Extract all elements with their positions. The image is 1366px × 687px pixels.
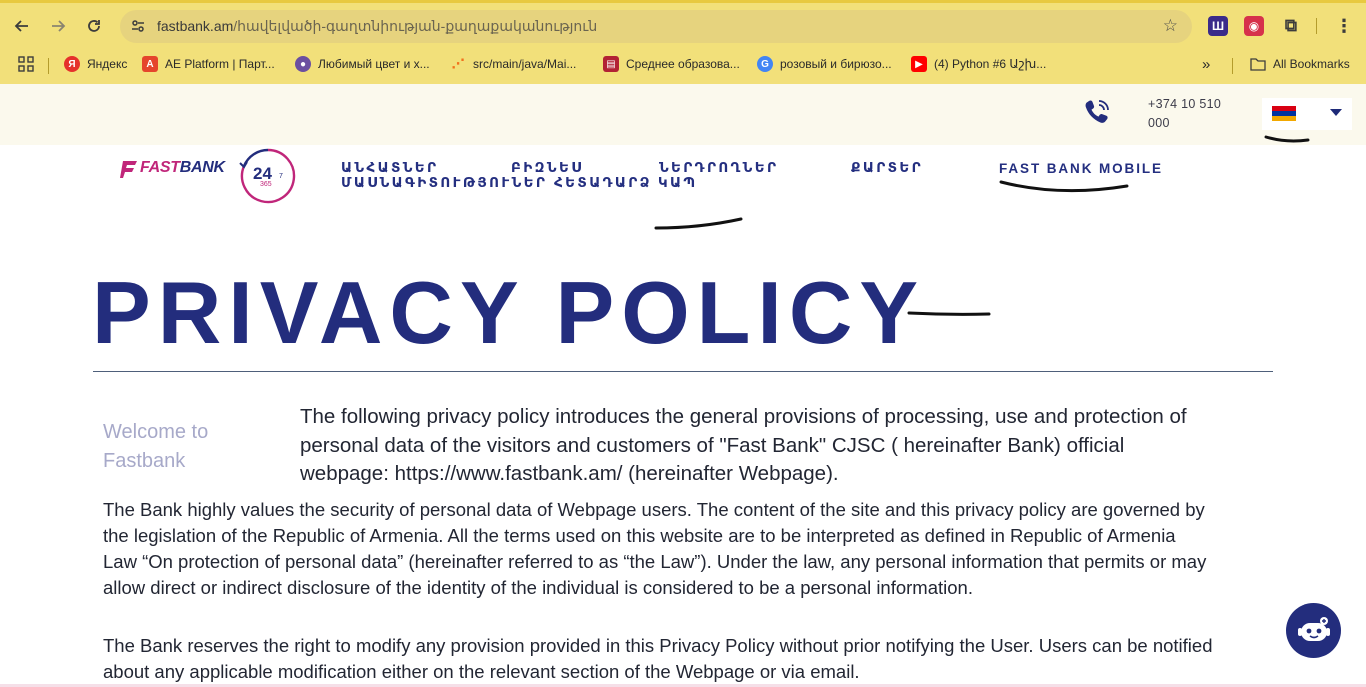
google-icon: G — [757, 56, 773, 72]
ink-stroke-feedback — [654, 217, 743, 230]
profile-icon: ● — [295, 56, 311, 72]
logo-text-suffix: BANK — [179, 159, 225, 176]
bookmark-divider — [1232, 58, 1233, 74]
flag-icon: ▤ — [603, 56, 619, 72]
address-bar[interactable]: fastbank.am/հավելվածի-գաղտնիության-քաղաք… — [120, 10, 1192, 43]
bookmark-label: Яндекс — [87, 57, 128, 71]
badge-7-text: 7 — [279, 173, 283, 180]
bookmark-item[interactable]: ▶ (4) Python #6 Աշխ... — [911, 55, 1046, 73]
phone-icon[interactable] — [1082, 97, 1112, 127]
url-path: /հավելվածի-գաղտնիության-քաղաքականություն — [233, 18, 598, 34]
menu-micro[interactable]: ՄԱՍՆԱԳԻՏՈՒԹՅՈՒՆԵՐ — [341, 175, 547, 190]
all-bookmarks-button[interactable]: All Bookmarks — [1250, 55, 1350, 73]
yandex-icon: Я — [64, 56, 80, 72]
reload-icon[interactable] — [80, 12, 108, 40]
aliexpress-icon: A — [142, 56, 158, 72]
url-text: fastbank.am/հավելվածի-գաղտնիության-քաղաք… — [157, 18, 597, 35]
language-selector[interactable] — [1262, 98, 1352, 130]
bookmark-item[interactable]: ● Любимый цвет и х... — [295, 55, 430, 73]
title-divider — [93, 371, 1273, 372]
menu-individuals[interactable]: ԱՆՀԱՏՆԵՐ — [341, 160, 438, 175]
bookmark-label: (4) Python #6 Աշխ... — [934, 57, 1047, 71]
back-icon[interactable] — [8, 12, 36, 40]
extension-icon-2[interactable]: ◉ — [1244, 16, 1264, 36]
bookmark-item[interactable]: ▤ Среднее образова... — [603, 55, 740, 73]
logo-text-prefix: FAST — [140, 159, 180, 176]
chat-bot-button[interactable] — [1286, 603, 1341, 658]
fastbank-logo[interactable]: FASTBANK — [120, 156, 225, 180]
bookmark-item[interactable]: Я Яндекс — [64, 55, 127, 73]
fastbank-mark-icon — [120, 161, 137, 178]
ink-stroke-mobile — [999, 180, 1129, 193]
bookmark-label: src/main/java/Mai... — [473, 57, 577, 71]
chevron-down-icon — [1330, 109, 1342, 116]
bookmark-item[interactable]: ⋰ src/main/java/Mai... — [450, 55, 577, 73]
folder-icon — [1250, 56, 1266, 72]
toolbar-divider — [1316, 18, 1317, 34]
menu-fastbank-mobile[interactable]: FAST BANK MOBILE — [999, 161, 1163, 176]
menu-business[interactable]: ԲԻԶՆԵՍ — [511, 160, 584, 175]
bookmark-label: AE Platform | Парт... — [165, 57, 275, 71]
forward-icon[interactable] — [44, 12, 72, 40]
menu-cards[interactable]: ՔԱՐՏԵՐ — [851, 160, 923, 175]
logo-text: FASTBANK — [140, 159, 225, 177]
bookmark-item[interactable]: Gрозовый и бирюзо... — [757, 55, 892, 73]
youtube-icon: ▶ — [911, 56, 927, 72]
page-title: PRIVACY POLICY — [92, 263, 926, 362]
apps-grid-icon[interactable] — [18, 55, 34, 73]
extensions-puzzle-icon[interactable]: ⧉ — [1281, 16, 1301, 36]
more-bookmarks-chevron-icon[interactable]: » — [1202, 55, 1210, 73]
phone-number[interactable]: +374 10 510 000 — [1148, 95, 1238, 133]
armenia-flag-icon — [1272, 106, 1296, 121]
bookmark-star-icon[interactable]: ☆ — [1163, 16, 1178, 36]
policy-paragraph-2: The Bank reserves the right to modify an… — [103, 635, 1213, 682]
browser-tab-strip-edge — [0, 0, 1366, 3]
welcome-heading: Welcome to Fastbank — [103, 421, 209, 472]
bookmark-divider — [48, 58, 49, 74]
bookmark-item[interactable]: A AE Platform | Парт... — [142, 55, 275, 73]
intro-paragraph: The following privacy policy introduces … — [300, 405, 1187, 485]
menu-investors[interactable]: ՆԵՐԴՐՈՂՆԵՐ — [659, 160, 778, 175]
url-host: fastbank.am — [157, 18, 234, 34]
support-247-badge: 24 7 365 — [239, 148, 296, 204]
gitlab-icon: ⋰ — [451, 56, 465, 71]
chatbot-icon — [1297, 616, 1330, 641]
policy-paragraph-1: The Bank highly values the security of p… — [103, 499, 1207, 598]
menu-feedback[interactable]: ՀԵՏԱԴԱՐՁ ԿԱՊ — [554, 175, 698, 190]
all-bookmarks-label: All Bookmarks — [1273, 57, 1350, 71]
bookmark-label: розовый и бирюзо... — [780, 57, 892, 71]
badge-365-text: 365 — [260, 181, 272, 188]
menu-kebab-icon[interactable]: ⋮ — [1334, 16, 1354, 36]
bookmarks-bar: Я Яндекс A AE Platform | Парт... ● Любимый … — [0, 48, 1366, 78]
bookmark-label: Среднее образова... — [626, 57, 740, 71]
bookmark-label: Любимый цвет и х... — [318, 57, 430, 71]
extension-icon-1[interactable]: Ш — [1208, 16, 1228, 36]
site-info-icon[interactable] — [130, 18, 148, 36]
